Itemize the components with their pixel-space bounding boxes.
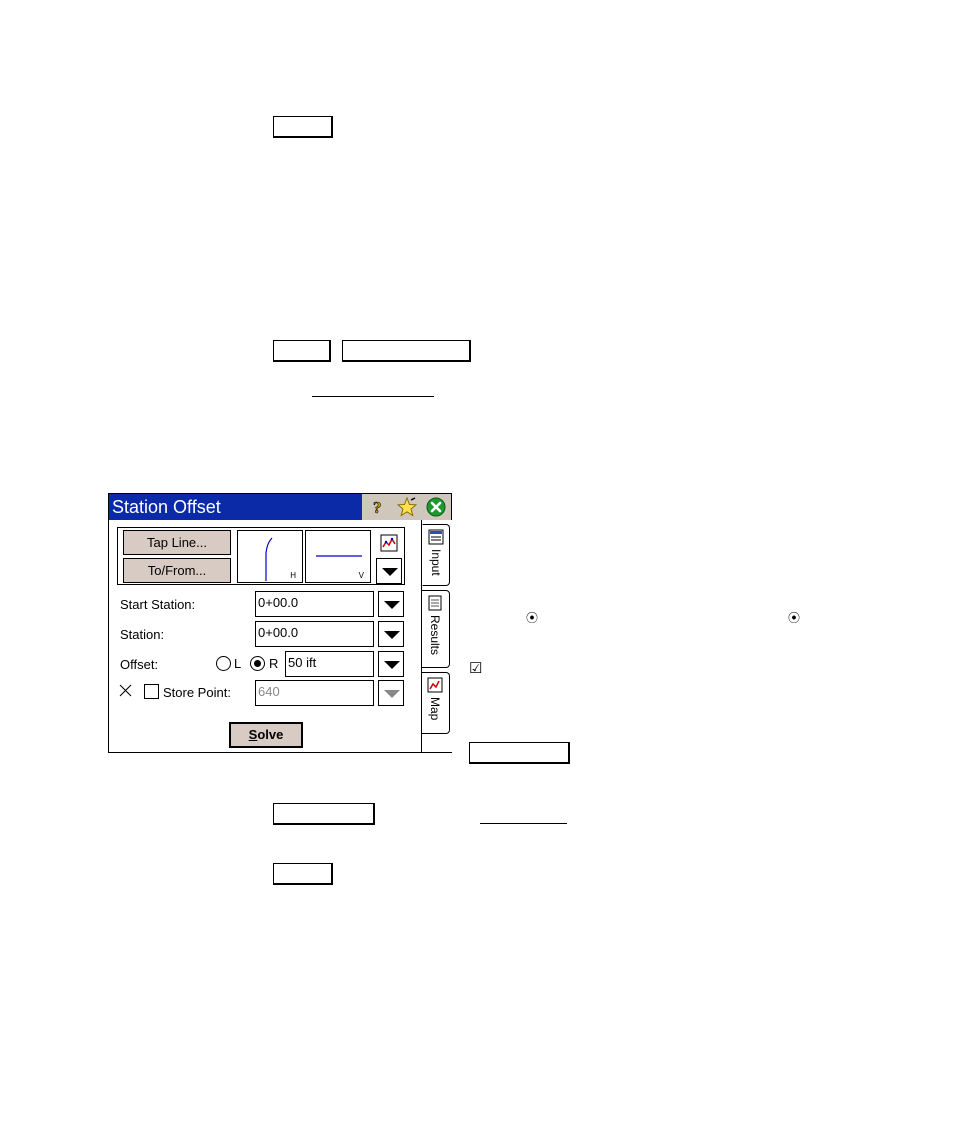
question-mark-icon[interactable]: ? [368,497,388,517]
doc-underline-1 [312,396,434,397]
map-tab-icon [427,677,443,693]
tap-line-button[interactable]: Tap Line... [123,530,231,555]
store-point-dropdown [378,680,404,706]
station-dropdown[interactable] [378,621,404,647]
dialog-title: Station Offset [112,497,221,517]
title-bar: Station Offset ? [109,494,451,520]
doc-button-placeholder-5 [273,803,375,825]
doc-button-placeholder-1 [273,116,333,138]
store-point-checkbox[interactable] [144,684,159,699]
close-circle-icon[interactable] [426,497,446,517]
doc-radio-icon-1: ⦿ [526,611,539,625]
start-station-dropdown[interactable] [378,591,404,617]
tab-input[interactable]: Input [422,524,450,586]
doc-button-placeholder-4 [469,742,570,764]
star-icon[interactable] [397,497,417,517]
tab-results[interactable]: Results [422,590,450,668]
line-options-dropdown[interactable] [376,558,402,584]
doc-button-placeholder-3 [342,340,471,362]
svg-text:?: ? [373,498,382,517]
solve-label: olve [257,727,284,742]
tap-line-label: Tap Line... [147,535,207,550]
store-point-label: Store Point: [163,685,231,700]
tab-map-label: Map [428,697,442,721]
start-station-field[interactable]: 0+00.0 [255,591,374,617]
offset-dropdown[interactable] [378,651,404,677]
solve-button[interactable]: Solve [229,722,303,748]
station-field[interactable]: 0+00.0 [255,621,374,647]
title-bar-icons: ? [362,494,451,520]
offset-left-radio[interactable] [216,656,231,671]
offset-right-label: R [269,656,279,671]
offset-label: Offset: [120,657,159,672]
station-offset-dialog: Station Offset ? Tap Line... To/From... [108,493,452,753]
to-from-button[interactable]: To/From... [123,558,231,583]
v-label: V [358,571,364,580]
doc-radio-icon-2: ⦿ [788,611,801,625]
map-icon[interactable] [380,534,398,552]
input-tab-icon [428,529,444,545]
line-selection-group: Tap Line... To/From... H V [117,527,405,585]
offset-left-label: L [234,656,242,671]
offset-field[interactable]: 50 ift [285,651,374,677]
start-station-label: Start Station: [120,597,196,612]
x-mark-icon [119,684,132,697]
h-label: H [290,571,296,580]
doc-underline-2 [480,823,567,824]
doc-button-placeholder-2 [273,340,331,362]
tab-strip: Input Results Map [421,520,452,752]
vertical-preview: V [305,530,371,583]
doc-button-placeholder-6 [273,863,333,885]
input-panel: Tap Line... To/From... H V Start Station… [109,520,421,752]
tab-map[interactable]: Map [422,672,450,734]
to-from-label: To/From... [147,563,207,578]
results-tab-icon [428,595,442,611]
doc-checkbox-icon: ☑ [469,660,483,677]
station-label: Station: [120,627,165,642]
tab-results-label: Results [428,615,442,656]
offset-right-radio[interactable] [250,656,265,671]
tab-input-label: Input [429,549,443,576]
horizontal-preview: H [237,530,303,583]
store-point-field: 640 [255,680,374,706]
